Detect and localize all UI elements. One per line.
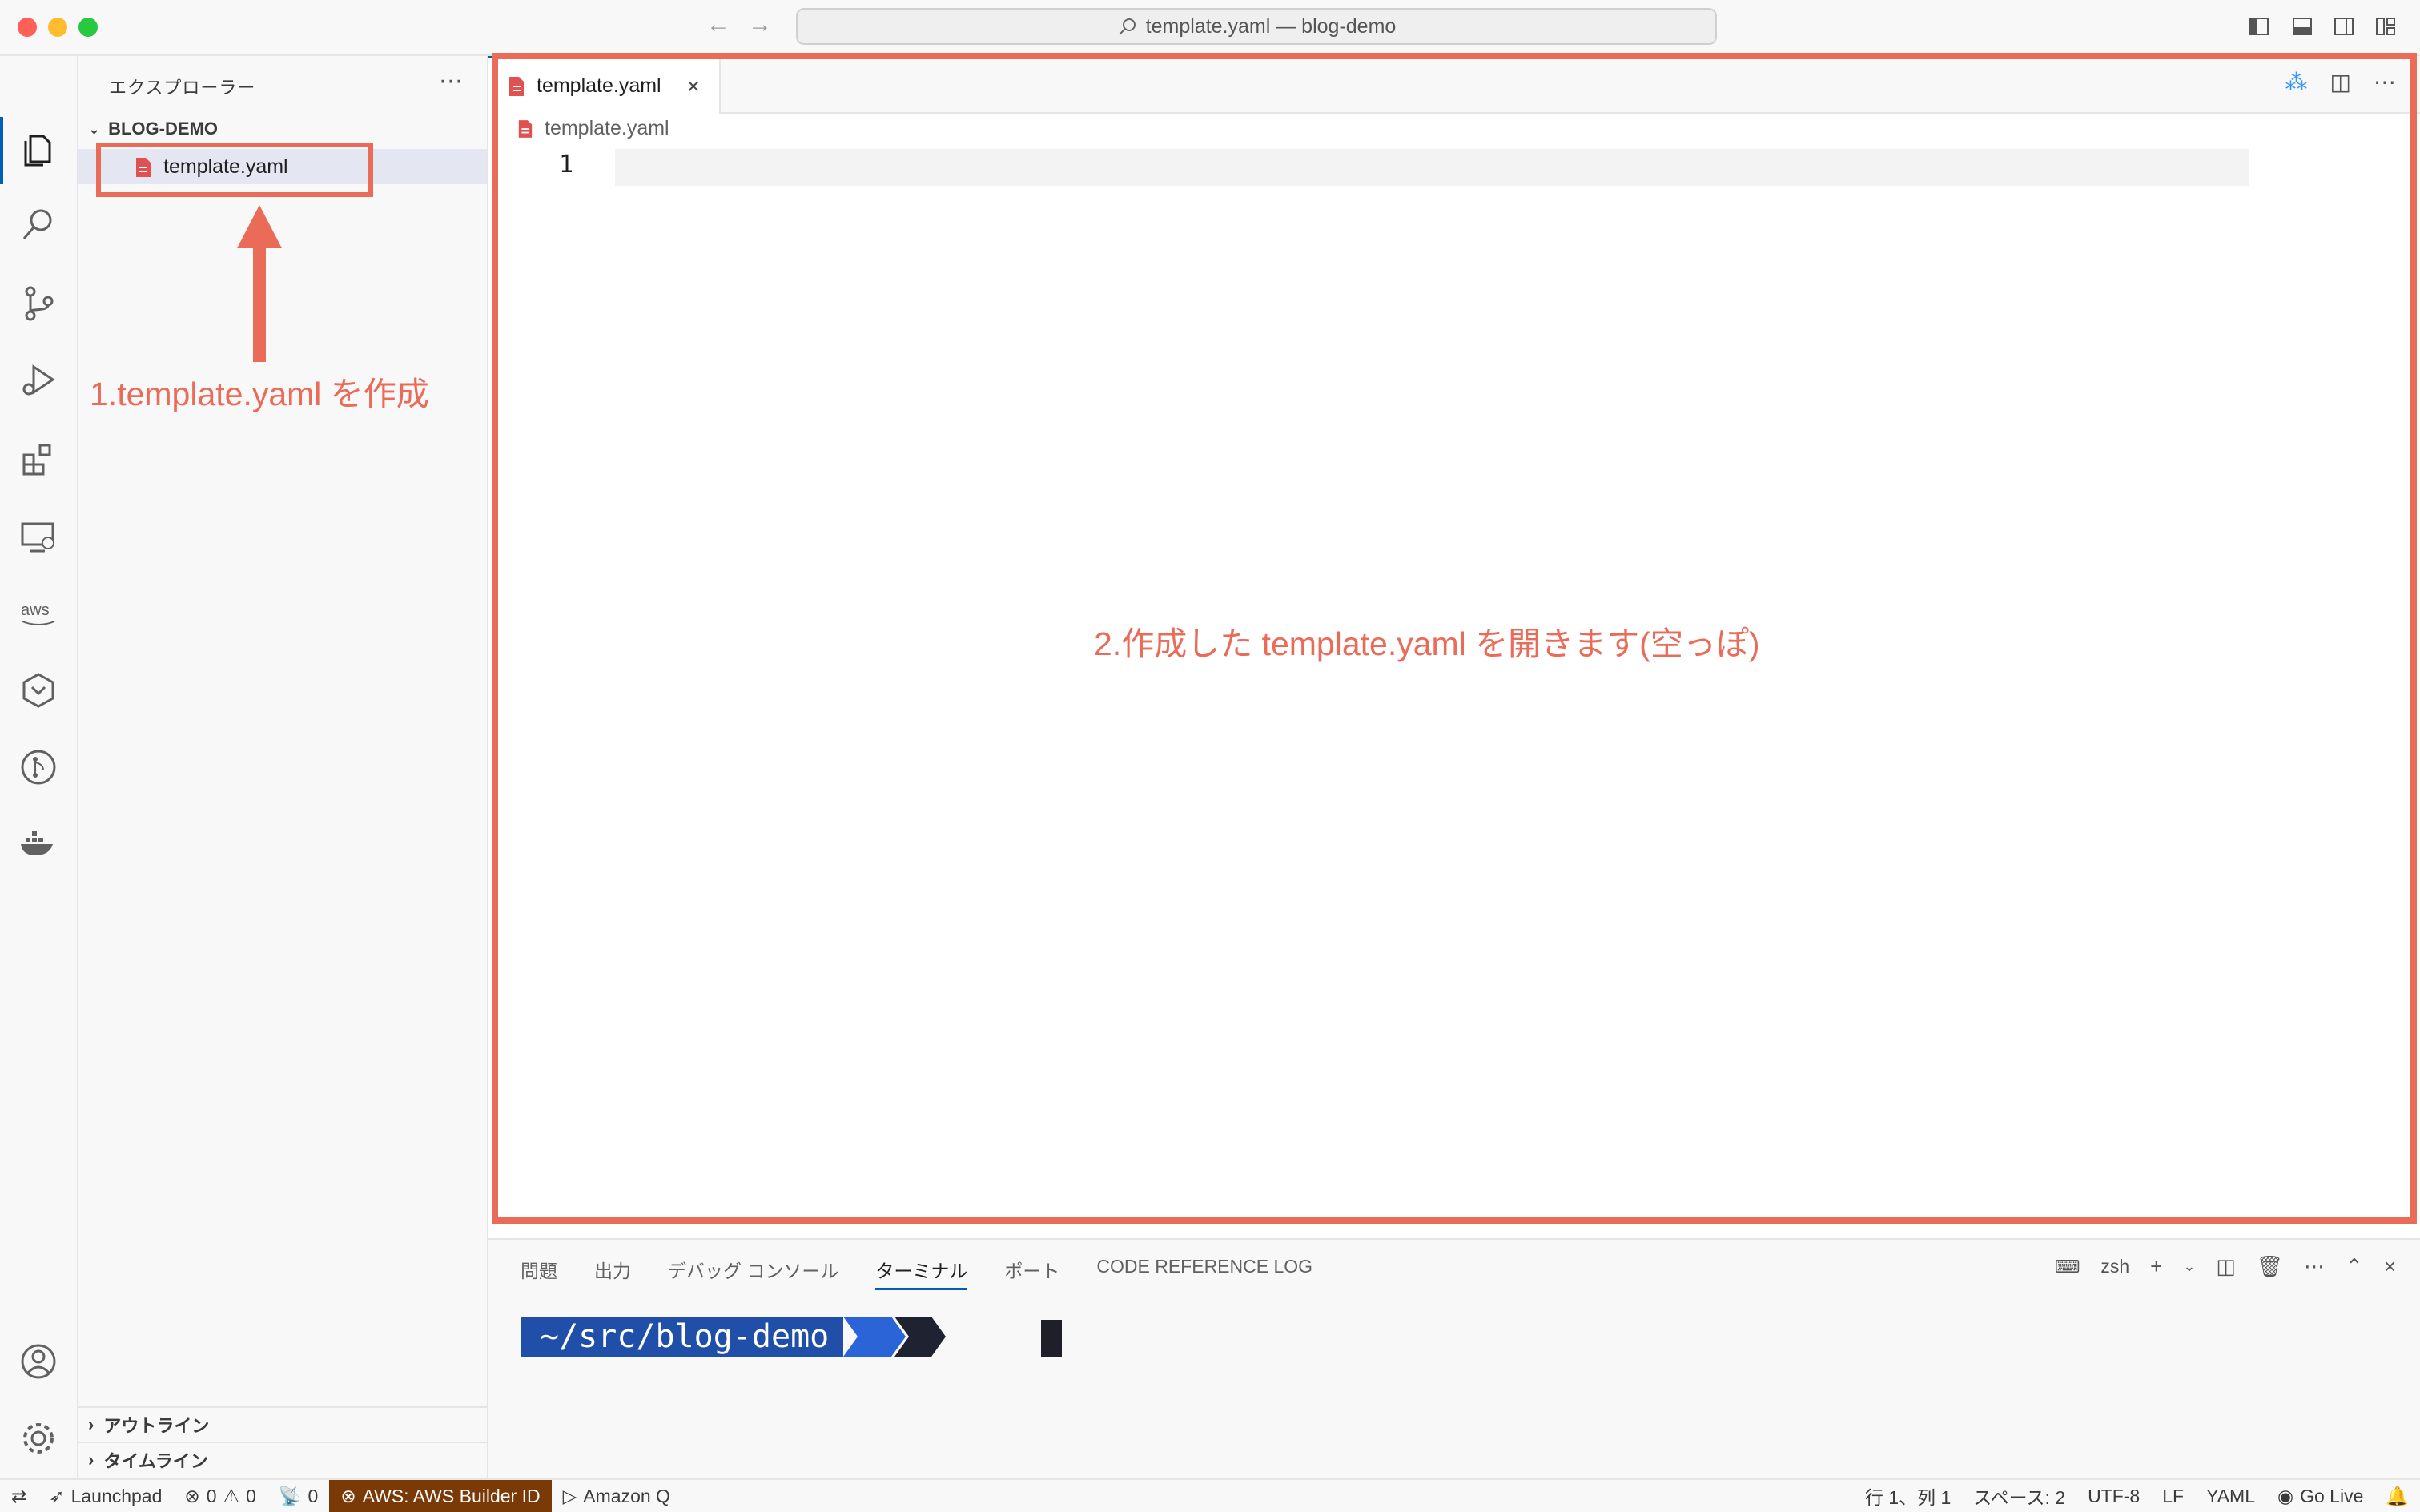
- command-center[interactable]: template.yaml — blog-demo: [796, 8, 1717, 45]
- toggle-panel-icon[interactable]: [2292, 16, 2313, 37]
- amazon-q-item[interactable]: ▷ Amazon Q: [552, 1480, 681, 1512]
- bell-icon[interactable]: 🔔: [2374, 1480, 2420, 1512]
- tab-code-reference-log[interactable]: CODE REFERENCE LOG: [1096, 1256, 1313, 1290]
- launchpad-label: Launchpad: [70, 1485, 163, 1506]
- explorer-icon[interactable]: [18, 128, 59, 170]
- annotation-arrow: [237, 205, 282, 362]
- tab-debug-console[interactable]: デバッグ コンソール: [668, 1256, 838, 1290]
- go-live-item[interactable]: ◉ Go Live: [2266, 1480, 2374, 1512]
- bottom-panel: 問題 出力 デバッグ コンソール ターミナル ポート CODE REFERENC…: [488, 1238, 2420, 1480]
- kubernetes-hexagon-icon[interactable]: [18, 670, 59, 711]
- indentation[interactable]: スペース: 2: [1962, 1480, 2076, 1512]
- shell-name[interactable]: zsh: [2100, 1256, 2129, 1277]
- timeline-section[interactable]: › タイムライン: [78, 1442, 487, 1477]
- chevron-right-icon: ›: [88, 1450, 94, 1470]
- settings-gear-icon[interactable]: [18, 1418, 59, 1459]
- more-actions-icon[interactable]: ⋯: [439, 67, 463, 95]
- status-right: 行 1、列 1 スペース: 2 UTF-8 LF YAML ◉ Go Live 🔔: [1854, 1480, 2420, 1512]
- window-minimize-button[interactable]: [48, 18, 67, 37]
- folder-header[interactable]: ⌄ BLOG-DEMO: [88, 119, 218, 139]
- run-debug-icon[interactable]: [18, 359, 59, 400]
- forward-arrow-icon[interactable]: →: [748, 11, 772, 38]
- maximize-panel-icon[interactable]: ⌃: [2346, 1254, 2363, 1279]
- outline-section[interactable]: › アウトライン: [78, 1406, 487, 1442]
- chevron-down-icon[interactable]: ⌄: [2183, 1258, 2195, 1275]
- terminal-cursor: [1041, 1320, 1062, 1357]
- broadcast-icon: ◉: [2277, 1485, 2294, 1506]
- git-graph-icon[interactable]: [18, 746, 59, 788]
- back-arrow-icon[interactable]: ←: [706, 11, 730, 38]
- toggle-primary-sidebar-icon[interactable]: [2249, 16, 2269, 37]
- panel-actions: ⌨ zsh + ⌄ ◫ 🗑 ⋯ ⌃ ×: [2055, 1254, 2396, 1279]
- prompt-path: ~/src/blog-demo: [521, 1317, 844, 1357]
- cursor-position[interactable]: 行 1、列 1: [1854, 1480, 1962, 1512]
- annotation-box-step1: [96, 143, 373, 197]
- remote-indicator[interactable]: ⇄: [0, 1480, 38, 1512]
- window-close-button[interactable]: [18, 18, 37, 37]
- more-actions-icon[interactable]: ⋯: [2304, 1254, 2325, 1279]
- go-live-label: Go Live: [2300, 1485, 2364, 1506]
- annotation-step1: 1.template.yaml を作成: [90, 376, 429, 412]
- status-bar: ⇄ ➶ Launchpad ⊗ 0 ⚠ 0 📡 0 ⊗ AWS: AWS Builder …: [0, 1478, 2420, 1512]
- encoding[interactable]: UTF-8: [2076, 1480, 2151, 1512]
- antenna-icon: 📡: [278, 1485, 302, 1506]
- warning-count: 0: [246, 1485, 256, 1506]
- active-indicator: [0, 117, 3, 184]
- trash-icon[interactable]: 🗑: [2257, 1254, 2283, 1279]
- customize-layout-icon[interactable]: [2375, 16, 2396, 37]
- launchpad-item[interactable]: ➶ Launchpad: [38, 1480, 173, 1512]
- prompt-segments: [843, 1317, 947, 1357]
- error-count: 0: [206, 1485, 217, 1506]
- chevron-down-icon: ⌄: [88, 120, 101, 137]
- tab-terminal[interactable]: ターミナル: [875, 1256, 968, 1290]
- sidebar-title: エクスプローラー: [109, 78, 256, 98]
- remote-explorer-icon[interactable]: [18, 516, 59, 557]
- terminal-shell-icon: ⌨: [2054, 1256, 2080, 1277]
- docker-icon[interactable]: [18, 823, 59, 865]
- extensions-icon[interactable]: [18, 437, 59, 479]
- account-icon[interactable]: [18, 1341, 59, 1382]
- tab-problems[interactable]: 問題: [521, 1256, 557, 1290]
- window-maximize-button[interactable]: [78, 18, 98, 37]
- split-terminal-icon[interactable]: ◫: [2216, 1254, 2236, 1279]
- tab-ports[interactable]: ポート: [1004, 1256, 1059, 1290]
- search-icon[interactable]: [18, 203, 59, 245]
- amazon-q-label: Amazon Q: [583, 1485, 670, 1506]
- aws-label: AWS: AWS Builder ID: [362, 1485, 541, 1506]
- error-icon: ⊗: [340, 1485, 356, 1506]
- aws-icon[interactable]: aws: [18, 593, 59, 634]
- svg-text:aws: aws: [21, 601, 50, 619]
- outline-label: アウトライン: [103, 1416, 210, 1436]
- close-icon[interactable]: ×: [2384, 1254, 2396, 1279]
- new-terminal-icon[interactable]: +: [2150, 1254, 2162, 1279]
- search-icon: [1118, 18, 1136, 35]
- chevron-right-icon: ›: [88, 1414, 94, 1434]
- title-bar: ← → template.yaml — blog-demo: [0, 0, 2420, 56]
- annotation-box-step2: [492, 53, 2417, 1224]
- activity-bar: aws: [0, 56, 78, 1478]
- panel-tabs: 問題 出力 デバッグ コンソール ターミナル ポート CODE REFERENC…: [521, 1256, 1313, 1290]
- error-icon: ⊗: [184, 1485, 200, 1506]
- timeline-label: タイムライン: [103, 1451, 208, 1471]
- window-title: template.yaml — blog-demo: [1145, 14, 1397, 38]
- aws-connection[interactable]: ⊗ AWS: AWS Builder ID: [329, 1480, 552, 1512]
- play-icon: ▷: [562, 1485, 577, 1506]
- end-of-line[interactable]: LF: [2151, 1480, 2195, 1512]
- ports-count: 0: [308, 1485, 319, 1506]
- folder-name: BLOG-DEMO: [108, 119, 218, 139]
- explorer-sidebar: エクスプローラー ⋯ ⌄ BLOG-DEMO template.yaml 1.t…: [78, 56, 488, 1478]
- terminal-prompt[interactable]: ~/src/blog-demo: [521, 1317, 971, 1357]
- problems-indicator[interactable]: ⊗ 0 ⚠ 0: [173, 1480, 267, 1512]
- tab-output[interactable]: 出力: [594, 1256, 631, 1290]
- ports-indicator[interactable]: 📡 0: [267, 1480, 329, 1512]
- warning-icon: ⚠: [223, 1485, 240, 1506]
- source-control-icon[interactable]: [18, 282, 59, 324]
- rocket-icon: ➶: [49, 1485, 65, 1506]
- toggle-secondary-sidebar-icon[interactable]: [2334, 16, 2354, 37]
- language-mode[interactable]: YAML: [2195, 1480, 2266, 1512]
